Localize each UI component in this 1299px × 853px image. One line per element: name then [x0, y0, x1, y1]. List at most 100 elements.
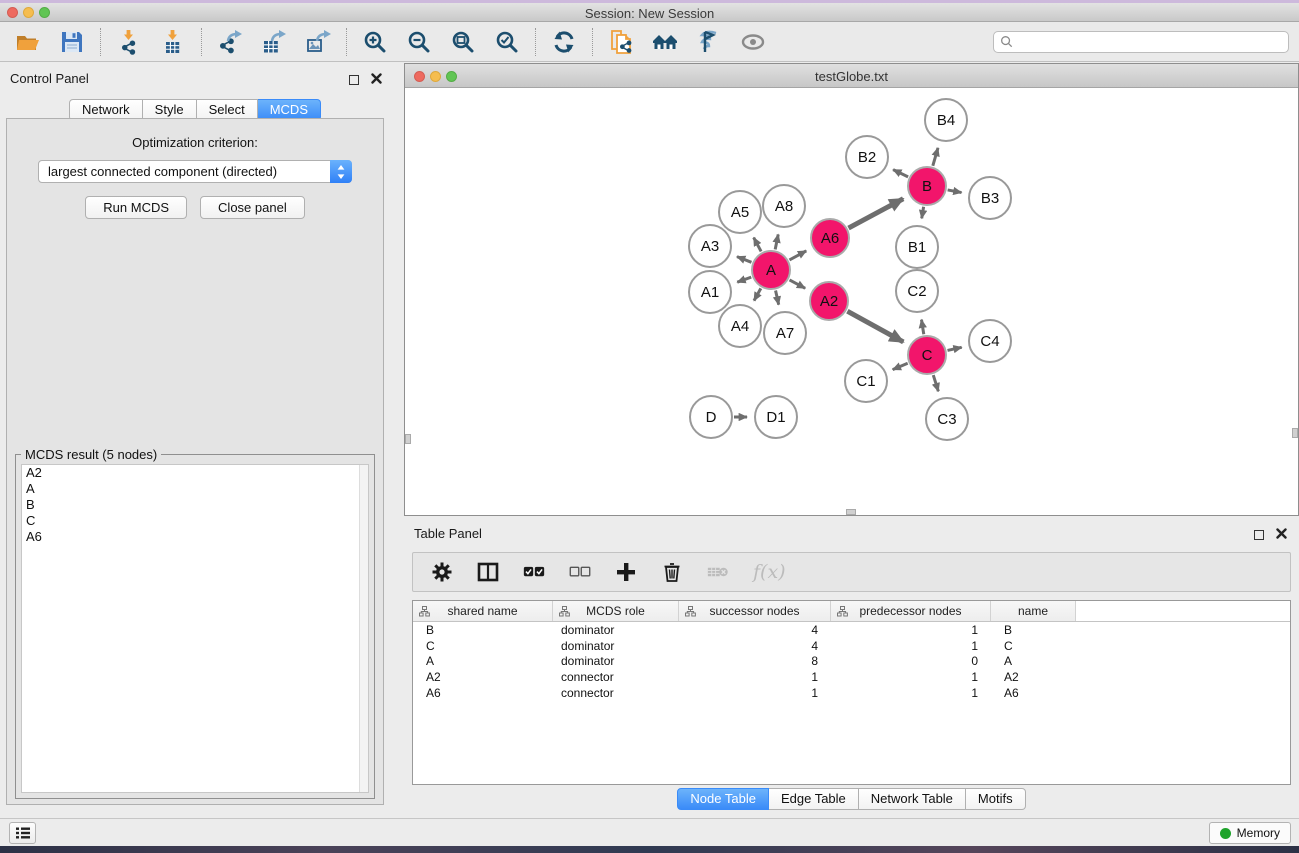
canvas-vscroll-indicator[interactable]: [405, 434, 411, 444]
network-window-titlebar[interactable]: testGlobe.txt: [405, 64, 1298, 88]
graph-node-label: B2: [858, 149, 876, 166]
toolbar-separator: [592, 28, 593, 56]
import-network-icon[interactable]: [115, 28, 143, 56]
table-cell: B: [991, 623, 1076, 637]
table-cell: A6: [991, 686, 1076, 700]
main-toolbar: [0, 22, 1299, 62]
run-mcds-button[interactable]: Run MCDS: [85, 196, 187, 219]
network-view-window: testGlobe.txt B4B2BB3A8A5A6A3B1AA1C2A2A4…: [404, 63, 1299, 516]
search-box[interactable]: [993, 31, 1289, 53]
toolbar-separator: [346, 28, 347, 56]
table-cell: A: [413, 654, 553, 668]
home-icon[interactable]: [651, 28, 679, 56]
open-session-icon[interactable]: [14, 28, 42, 56]
gear-icon[interactable]: [431, 561, 453, 583]
table-row[interactable]: A6connector11A6: [413, 685, 1290, 701]
zoom-out-icon[interactable]: [405, 28, 433, 56]
graph-node-label: C3: [937, 411, 956, 428]
float-panel-icon[interactable]: [349, 75, 359, 85]
table-panel-tabs: Node TableEdge TableNetwork TableMotifs: [404, 788, 1299, 810]
table-cell: 4: [679, 623, 831, 637]
close-panel-button[interactable]: Close panel: [200, 196, 305, 219]
table-tab-motifs[interactable]: Motifs: [966, 788, 1026, 810]
mcds-result-list[interactable]: A2ABCA6: [21, 464, 369, 793]
column-header-shared-name[interactable]: shared name: [413, 601, 553, 621]
table-row[interactable]: Adominator80A: [413, 654, 1290, 670]
edge-C-C1: [893, 363, 908, 369]
export-table-icon[interactable]: [260, 28, 288, 56]
new-session-icon[interactable]: [607, 28, 635, 56]
session-title: Session: New Session: [0, 6, 1299, 21]
graph-node-label: A6: [821, 230, 839, 247]
graph-node-label: D: [706, 409, 717, 426]
deselect-all-icon[interactable]: [569, 561, 591, 583]
result-list-scrollbar[interactable]: [359, 465, 368, 792]
mcds-result-group: MCDS result (5 nodes) A2ABCA6: [15, 454, 375, 799]
table-tab-edge-table[interactable]: Edge Table: [769, 788, 859, 810]
canvas-hscroll-indicator[interactable]: [846, 509, 856, 515]
table-row[interactable]: Cdominator41C: [413, 638, 1290, 654]
optimization-criterion-dropdown[interactable]: largest connected component (directed): [38, 160, 352, 183]
control-panel: Control Panel NetworkStyleSelectMCDS Opt…: [0, 63, 390, 815]
export-image-icon[interactable]: [304, 28, 332, 56]
edge-A6-B: [849, 199, 904, 228]
table-cell: 1: [831, 670, 991, 684]
table-cell: dominator: [553, 623, 679, 637]
mcds-result-item: C: [22, 513, 368, 529]
zoom-selected-icon[interactable]: [493, 28, 521, 56]
table-cell: C: [413, 639, 553, 653]
table-cell: 8: [679, 654, 831, 668]
table-cell: C: [991, 639, 1076, 653]
edge-C-C4: [947, 347, 961, 350]
graph-node-label: A4: [731, 318, 749, 335]
column-header-MCDS-role[interactable]: MCDS role: [553, 601, 679, 621]
zoom-fit-icon[interactable]: [449, 28, 477, 56]
column-split-icon[interactable]: [477, 561, 499, 583]
graph-node-label: D1: [766, 409, 785, 426]
search-input[interactable]: [1017, 35, 1282, 49]
delete-column-icon[interactable]: [661, 561, 683, 583]
canvas-vscroll-indicator-right[interactable]: [1292, 428, 1298, 438]
table-close-panel-icon[interactable]: [1276, 526, 1287, 544]
edge-A2-C: [847, 311, 903, 342]
select-all-icon[interactable]: [523, 561, 545, 583]
close-panel-icon[interactable]: [371, 71, 382, 89]
mcds-result-item: B: [22, 497, 368, 513]
add-column-icon[interactable]: [615, 561, 637, 583]
table-tab-node-table[interactable]: Node Table: [677, 788, 769, 810]
table-tab-network-table[interactable]: Network Table: [859, 788, 966, 810]
table-panel-title: Table Panel: [414, 526, 482, 541]
network-canvas[interactable]: B4B2BB3A8A5A6A3B1AA1C2A2A4A7C4CC1C3DD1: [405, 88, 1298, 515]
save-session-icon[interactable]: [58, 28, 86, 56]
export-network-icon[interactable]: [216, 28, 244, 56]
app-titlebar: Session: New Session: [0, 3, 1299, 22]
control-panel-title: Control Panel: [10, 71, 89, 86]
edge-A-A3: [737, 257, 751, 263]
table-panel: Table Panel f(x) shared nameMCDS rolesuc…: [404, 518, 1299, 815]
show-hide-details-icon[interactable]: [739, 28, 767, 56]
mcds-result-title: MCDS result (5 nodes): [21, 447, 161, 462]
graph-node-label: A8: [775, 198, 793, 215]
column-header-predecessor-nodes[interactable]: predecessor nodes: [831, 601, 991, 621]
column-header-successor-nodes[interactable]: successor nodes: [679, 601, 831, 621]
zoom-in-icon[interactable]: [361, 28, 389, 56]
table-cell: 1: [679, 670, 831, 684]
toggle-graphics-details-icon[interactable]: [695, 28, 723, 56]
memory-button[interactable]: Memory: [1209, 822, 1291, 844]
apply-layout-icon[interactable]: [550, 28, 578, 56]
edge-B-B2: [893, 170, 908, 177]
table-row[interactable]: Bdominator41B: [413, 622, 1290, 638]
table-float-panel-icon[interactable]: [1254, 530, 1264, 540]
table-cell: 1: [831, 639, 991, 653]
graph-node-label: A3: [701, 238, 719, 255]
column-header-name[interactable]: name: [991, 601, 1076, 621]
toolbar-separator: [100, 28, 101, 56]
mcds-result-item: A2: [22, 465, 368, 481]
table-row[interactable]: A2connector11A2: [413, 669, 1290, 685]
memory-label: Memory: [1237, 826, 1280, 840]
edge-B-B1: [922, 207, 924, 219]
automation-panel-button[interactable]: [9, 822, 36, 844]
import-table-icon[interactable]: [159, 28, 187, 56]
table-cell: A6: [413, 686, 553, 700]
table-cell: connector: [553, 670, 679, 684]
